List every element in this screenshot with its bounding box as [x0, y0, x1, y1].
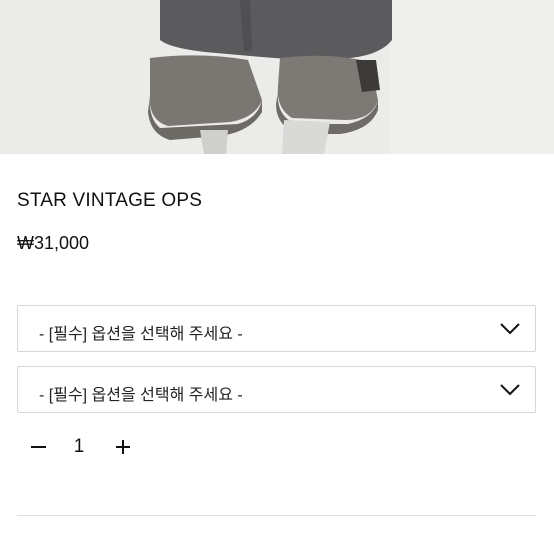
- product-price: ₩31,000: [17, 233, 90, 253]
- chevron-down-icon: [500, 384, 520, 396]
- chevron-down-icon: [500, 323, 520, 335]
- option-select-label: - [필수] 옵션을 선택해 주세요 -: [39, 387, 243, 404]
- minus-icon: [31, 446, 46, 448]
- option-select-1[interactable]: - [필수] 옵션을 선택해 주세요 -: [17, 305, 536, 352]
- product-photo-illustration: [0, 0, 554, 154]
- plus-icon: [116, 440, 130, 454]
- option-select-label: - [필수] 옵션을 선택해 주세요 -: [39, 326, 243, 343]
- product-photo: [0, 0, 554, 154]
- option-select-2[interactable]: - [필수] 옵션을 선택해 주세요 -: [17, 366, 536, 413]
- quantity-stepper: 1: [17, 430, 157, 464]
- product-title: STAR VINTAGE OPS: [17, 190, 203, 211]
- decrement-button[interactable]: [21, 430, 55, 464]
- divider: [17, 515, 536, 516]
- quantity-value: 1: [73, 436, 85, 457]
- product-page: STAR VINTAGE OPS ₩31,000 - [필수] 옵션을 선택해 …: [0, 0, 554, 554]
- increment-button[interactable]: [106, 430, 140, 464]
